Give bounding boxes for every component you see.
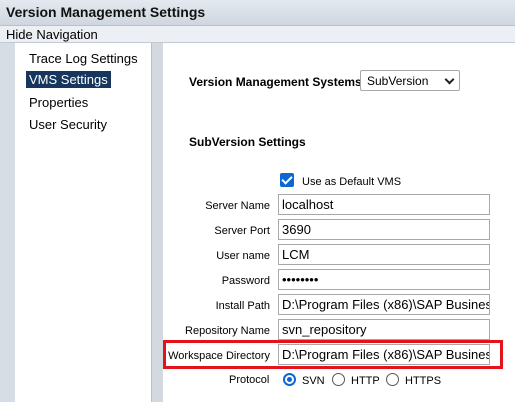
settings-panel: Version Management Systems SubVersion Su… (163, 43, 515, 402)
sidebar-item-vms-settings[interactable]: VMS Settings (26, 71, 111, 88)
repository-name-label: Repository Name (185, 325, 270, 337)
server-name-label: Server Name (205, 200, 270, 212)
server-name-input[interactable]: localhost (278, 194, 490, 215)
protocol-radio-https[interactable] (386, 373, 399, 386)
left-edge-strip (0, 43, 15, 402)
hide-navigation-toggle[interactable]: Hide Navigation (6, 27, 98, 42)
protocol-svn-label: SVN (302, 375, 325, 387)
protocol-http-label: HTTP (351, 375, 380, 387)
user-name-input[interactable]: LCM (278, 244, 490, 265)
default-vms-label: Use as Default VMS (302, 176, 402, 188)
sidebar-item-properties[interactable]: Properties (26, 94, 91, 111)
sidebar-item-user-security[interactable]: User Security (26, 116, 110, 133)
server-port-label: Server Port (214, 225, 270, 237)
title-bar: Version Management Settings (0, 0, 515, 26)
section-title: SubVersion Settings (189, 135, 306, 149)
navigation-toolbar: Hide Navigation (0, 26, 515, 43)
protocol-label: Protocol (229, 374, 270, 386)
vms-select[interactable]: SubVersion (360, 70, 460, 91)
sidebar-item-trace-log-settings[interactable]: Trace Log Settings (26, 50, 141, 67)
user-name-label: User name (216, 250, 270, 262)
repository-name-input[interactable]: svn_repository (278, 319, 490, 340)
password-label: Password (221, 275, 270, 287)
protocol-https-label: HTTPS (405, 375, 442, 387)
install-path-input[interactable]: D:\Program Files (x86)\SAP Business (278, 294, 490, 315)
workspace-directory-input[interactable]: D:\Program Files (x86)\SAP Business (278, 344, 490, 365)
install-path-label: Install Path (215, 300, 270, 312)
panel-splitter[interactable] (151, 43, 163, 402)
default-vms-checkbox[interactable] (280, 173, 294, 187)
protocol-radio-http[interactable] (332, 373, 345, 386)
vms-select-value: SubVersion (367, 74, 429, 88)
password-input[interactable]: •••••••• (278, 269, 490, 290)
protocol-radio-svn[interactable] (283, 373, 296, 386)
server-port-input[interactable]: 3690 (278, 219, 490, 240)
vms-label: Version Management Systems (189, 75, 362, 89)
chevron-down-icon (444, 74, 455, 85)
window-title: Version Management Settings (6, 4, 206, 20)
sidebar: Trace Log Settings VMS Settings Properti… (15, 43, 151, 402)
workspace-directory-label: Workspace Directory (168, 350, 270, 362)
